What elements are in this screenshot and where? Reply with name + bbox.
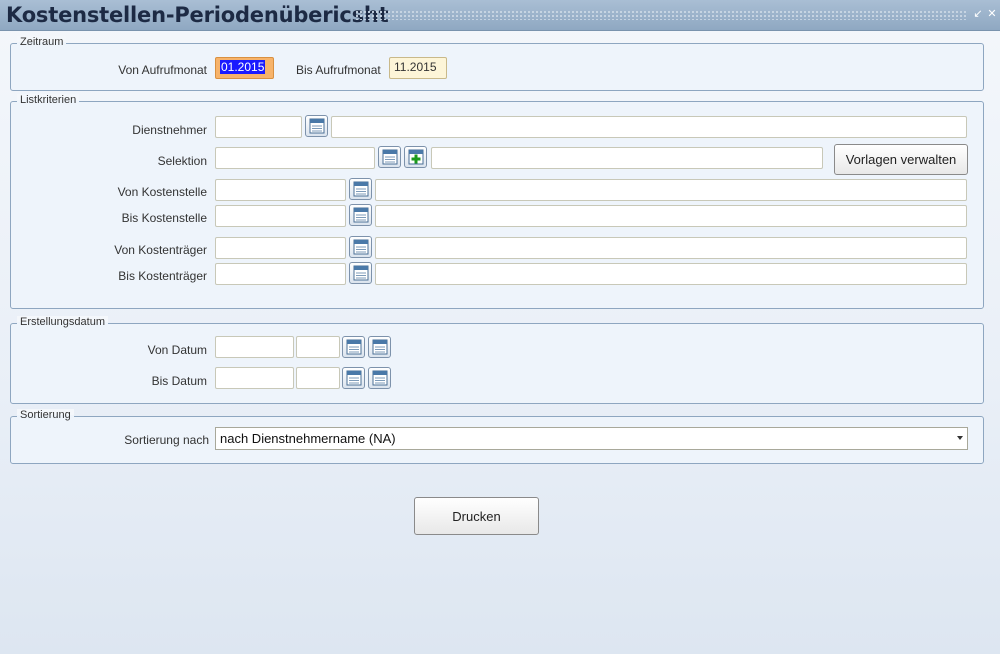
von-kostenstelle-lookup-button[interactable] bbox=[349, 178, 372, 200]
sortierung-nach-label: Sortierung nach bbox=[124, 433, 209, 447]
bis-datum-date-input[interactable] bbox=[215, 367, 294, 389]
von-datum-date-input[interactable] bbox=[215, 336, 294, 358]
selektion-label: Selektion bbox=[157, 154, 207, 168]
bis-datum-calendar-button[interactable] bbox=[342, 367, 365, 389]
bis-kostentraeger-label: Bis Kostenträger bbox=[118, 269, 207, 283]
minimize-icon[interactable]: ↙ bbox=[972, 8, 984, 20]
bis-aufrufmonat-value: 11.2015 bbox=[394, 60, 437, 74]
sortierung-select[interactable]: nach Dienstnehmername (NA) bbox=[215, 427, 968, 450]
vorlagen-verwalten-button[interactable]: Vorlagen verwalten bbox=[834, 144, 968, 175]
bis-kostentraeger-name-display bbox=[375, 263, 967, 285]
sortierung-group: Sortierung Sortierung nach nach Dienstne… bbox=[10, 409, 984, 464]
window-titlebar: Kostenstellen-Periodenübericsht ↙ ✕ bbox=[0, 0, 1000, 31]
bis-datum-time-input[interactable] bbox=[296, 367, 340, 389]
calendar-icon bbox=[372, 370, 388, 386]
von-datum-label: Von Datum bbox=[147, 343, 207, 357]
close-icon[interactable]: ✕ bbox=[986, 8, 998, 20]
chevron-down-icon[interactable] bbox=[957, 436, 963, 440]
bis-aufrufmonat-label: Bis Aufrufmonat bbox=[296, 63, 381, 77]
sortierung-selected-value: nach Dienstnehmername (NA) bbox=[220, 431, 396, 446]
sortierung-legend: Sortierung bbox=[17, 409, 74, 421]
von-kostentraeger-input[interactable] bbox=[215, 237, 346, 259]
bis-kostenstelle-lookup-button[interactable] bbox=[349, 204, 372, 226]
zeitraum-group: Zeitraum Von Aufrufmonat 01.2015 Bis Auf… bbox=[10, 36, 984, 91]
von-kostenstelle-name-display bbox=[375, 179, 967, 201]
add-plus-icon bbox=[408, 149, 424, 165]
von-kostenstelle-input[interactable] bbox=[215, 179, 346, 201]
bis-kostentraeger-lookup-button[interactable] bbox=[349, 262, 372, 284]
dienstnehmer-label: Dienstnehmer bbox=[132, 123, 207, 137]
list-lookup-icon bbox=[309, 118, 325, 134]
selektion-input[interactable] bbox=[215, 147, 375, 169]
dienstnehmer-input[interactable] bbox=[215, 116, 302, 138]
list-lookup-icon bbox=[382, 149, 398, 165]
von-kostentraeger-label: Von Kostenträger bbox=[114, 243, 207, 257]
calendar-icon bbox=[372, 339, 388, 355]
list-lookup-icon bbox=[353, 265, 369, 281]
selektion-lookup-button[interactable] bbox=[378, 146, 401, 168]
von-datum-calendar-button[interactable] bbox=[342, 336, 365, 358]
selektion-add-button[interactable] bbox=[404, 146, 427, 168]
erstellungsdatum-legend: Erstellungsdatum bbox=[17, 316, 108, 328]
calendar-icon bbox=[346, 339, 362, 355]
bis-datum-label: Bis Datum bbox=[151, 374, 207, 388]
calendar-icon bbox=[346, 370, 362, 386]
erstellungsdatum-group: Erstellungsdatum Von Datum Bis Datum bbox=[10, 316, 984, 404]
von-kostenstelle-label: Von Kostenstelle bbox=[117, 185, 207, 199]
bis-kostentraeger-input[interactable] bbox=[215, 263, 346, 285]
von-datum-time-picker-button[interactable] bbox=[368, 336, 391, 358]
bis-datum-time-picker-button[interactable] bbox=[368, 367, 391, 389]
von-aufrufmonat-field[interactable]: 01.2015 bbox=[215, 57, 274, 79]
dienstnehmer-lookup-button[interactable] bbox=[305, 115, 328, 137]
list-lookup-icon bbox=[353, 207, 369, 223]
bis-kostenstelle-input[interactable] bbox=[215, 205, 346, 227]
listkriterien-legend: Listkriterien bbox=[17, 94, 80, 106]
selektion-name-display bbox=[431, 147, 823, 169]
dienstnehmer-name-display bbox=[331, 116, 967, 138]
titlebar-pattern bbox=[355, 10, 967, 20]
listkriterien-group: Listkriterien Dienstnehmer Selektion Vor… bbox=[10, 94, 984, 309]
zeitraum-legend: Zeitraum bbox=[17, 36, 67, 48]
von-aufrufmonat-value: 01.2015 bbox=[220, 60, 266, 74]
window-title: Kostenstellen-Periodenübericsht bbox=[6, 3, 389, 27]
von-kostentraeger-lookup-button[interactable] bbox=[349, 236, 372, 258]
bis-aufrufmonat-field[interactable]: 11.2015 bbox=[389, 57, 447, 79]
bis-kostenstelle-name-display bbox=[375, 205, 967, 227]
von-kostentraeger-name-display bbox=[375, 237, 967, 259]
von-aufrufmonat-label: Von Aufrufmonat bbox=[118, 63, 207, 77]
bis-kostenstelle-label: Bis Kostenstelle bbox=[121, 211, 207, 225]
list-lookup-icon bbox=[353, 239, 369, 255]
drucken-button[interactable]: Drucken bbox=[414, 497, 539, 535]
list-lookup-icon bbox=[353, 181, 369, 197]
von-datum-time-input[interactable] bbox=[296, 336, 340, 358]
